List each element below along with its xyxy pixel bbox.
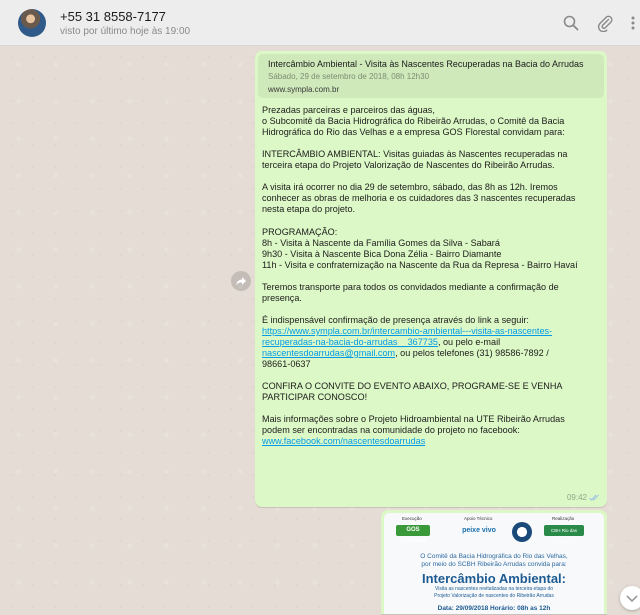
image-line-3: Visita as nascentes revitalizadas na ter… [434, 586, 554, 592]
image-date-line: Data: 29/09/2018 Horário: 08h as 12h [437, 605, 551, 612]
message-text: Prezadas parceiras e parceiros das águas… [262, 105, 604, 459]
paragraph-cta: CONFIRA O CONVITE DO EVENTO ABAIXO, PROG… [262, 381, 604, 403]
text-line: nascentesdoarrudas@gmail.com, ou pelos t… [262, 348, 604, 359]
paragraph-visita: A visita irá ocorrer no dia 29 de setemb… [262, 182, 604, 215]
paragraph-more-info: Mais informações sobre o Projeto Hidroam… [262, 414, 604, 447]
text-line: 98661-0637 [262, 359, 311, 370]
forward-button[interactable] [231, 271, 251, 291]
chevron-down-icon [626, 595, 638, 603]
image-line-4: Projeto Valorização de nascentes do Ribe… [434, 593, 554, 599]
text-line: www.facebook.com/nascentesdoarrudas [262, 436, 604, 447]
text-line: CONFIRA O CONVITE DO EVENTO ABAIXO, PROG… [262, 381, 563, 392]
cbh-logo: CBH Rio das Velhas [544, 525, 584, 544]
text-line: terceira etapa do Projeto Valorização de… [262, 160, 555, 171]
text-line: 8h - Visita à Nascente da Família Gomes … [262, 237, 500, 248]
menu-icon[interactable] [628, 14, 638, 32]
gos-florestal-logo: GOS Florestal [396, 525, 430, 544]
sympla-link-cont[interactable]: recuperadas-na-bacia-do-arrudas__367735 [262, 337, 438, 347]
label-realizacao: Realização [552, 516, 575, 521]
peixe-vivo-logo: peixe vivo [462, 527, 496, 534]
text-line: 11h - Visita e confraternização na Nasce… [262, 259, 578, 270]
text-line: https://www.sympla.com.br/intercambio-am… [262, 326, 604, 337]
contact-name[interactable]: +55 31 8558-7177 [60, 9, 166, 24]
paragraph-transporte: Teremos transporte para todos os convida… [262, 282, 604, 304]
text-line: podem ser encontradas na comunidade do p… [262, 425, 520, 436]
text-line: o Subcomitê da Bacia Hidrográfica do Rib… [262, 116, 565, 127]
text-line: recuperadas-na-bacia-do-arrudas__367735,… [262, 337, 604, 348]
text-fragment: , ou pelos telefones (31) 98586-7892 / [395, 348, 549, 359]
message-bubble[interactable]: Intercâmbio Ambiental - Visita às Nascen… [255, 51, 607, 507]
event-invitation-image[interactable]: Execução Apoio Técnico Realização GOS Fl… [384, 513, 604, 614]
label-apoio: Apoio Técnico [464, 516, 493, 521]
image-message[interactable]: Execução Apoio Técnico Realização GOS Fl… [381, 510, 607, 614]
chat-header: +55 31 8558-7177 visto por último hoje à… [0, 0, 640, 46]
attach-icon[interactable] [596, 14, 614, 32]
text-line: Hidrográfica do Rio das Velhas e a empre… [262, 127, 565, 138]
image-line-1: O Comitê da Bacia Hidrográfica do Rio da… [420, 553, 568, 560]
message-time: 09:42 [566, 493, 587, 502]
image-headline: Intercâmbio Ambiental: [422, 571, 566, 586]
read-ticks-icon [589, 494, 599, 501]
text-line: PROGRAMAÇÃO: [262, 226, 338, 237]
text-fragment: , ou pelo e-mail [437, 336, 501, 347]
facebook-link[interactable]: www.facebook.com/nascentesdoarrudas [262, 436, 425, 446]
label-execucao: Execução [402, 516, 422, 521]
text-line: É indispensável confirmação de presença … [262, 314, 529, 325]
link-preview-url: www.sympla.com.br [268, 85, 340, 94]
text-line: 9h30 - Visita à Nascente Bica Dona Zélia… [262, 248, 502, 259]
text-line: conhecer as obras de melhoria e os cuida… [262, 193, 576, 204]
text-line: A visita irá ocorrer no dia 29 de setemb… [262, 182, 558, 193]
email-link[interactable]: nascentesdoarrudas@gmail.com [262, 348, 395, 358]
paragraph-programacao: PROGRAMAÇÃO: 8h - Visita à Nascente da F… [262, 227, 604, 271]
text-line: INTERCÂMBIO AMBIENTAL: Visitas guiadas à… [262, 149, 568, 160]
image-line-2: por meio do SCBH Ribeirão Arrudas convid… [421, 561, 567, 568]
paragraph-intercambio: INTERCÂMBIO AMBIENTAL: Visitas guiadas à… [262, 149, 604, 171]
search-icon[interactable] [562, 14, 580, 32]
text-line: PARTICIPAR CONOSCO! [262, 392, 368, 403]
paragraph-greeting: Prezadas parceiras e parceiros das águas… [262, 105, 604, 138]
text-line: presença. [262, 292, 302, 303]
text-line: Prezadas parceiras e parceiros das águas… [262, 105, 435, 115]
last-seen-status: visto por último hoje às 19:00 [60, 26, 191, 37]
paragraph-confirmacao: É indispensável confirmação de presença … [262, 315, 604, 370]
forward-icon [236, 277, 246, 286]
text-line: Teremos transporte para todos os convida… [262, 281, 559, 292]
link-preview[interactable]: Intercâmbio Ambiental - Visita às Nascen… [258, 54, 604, 98]
avatar[interactable] [18, 9, 46, 37]
text-line: nesta etapa do projeto. [262, 204, 356, 215]
link-preview-title: Intercâmbio Ambiental - Visita às Nascen… [268, 59, 584, 69]
link-preview-subtitle: Sábado, 29 de setembro de 2018, 08h 12h3… [268, 72, 430, 81]
scroll-down-button[interactable] [620, 586, 640, 610]
sympla-link[interactable]: https://www.sympla.com.br/intercambio-am… [262, 326, 552, 336]
text-line: Mais informações sobre o Projeto Hidroam… [262, 414, 565, 425]
circle-logo-icon [512, 522, 532, 542]
